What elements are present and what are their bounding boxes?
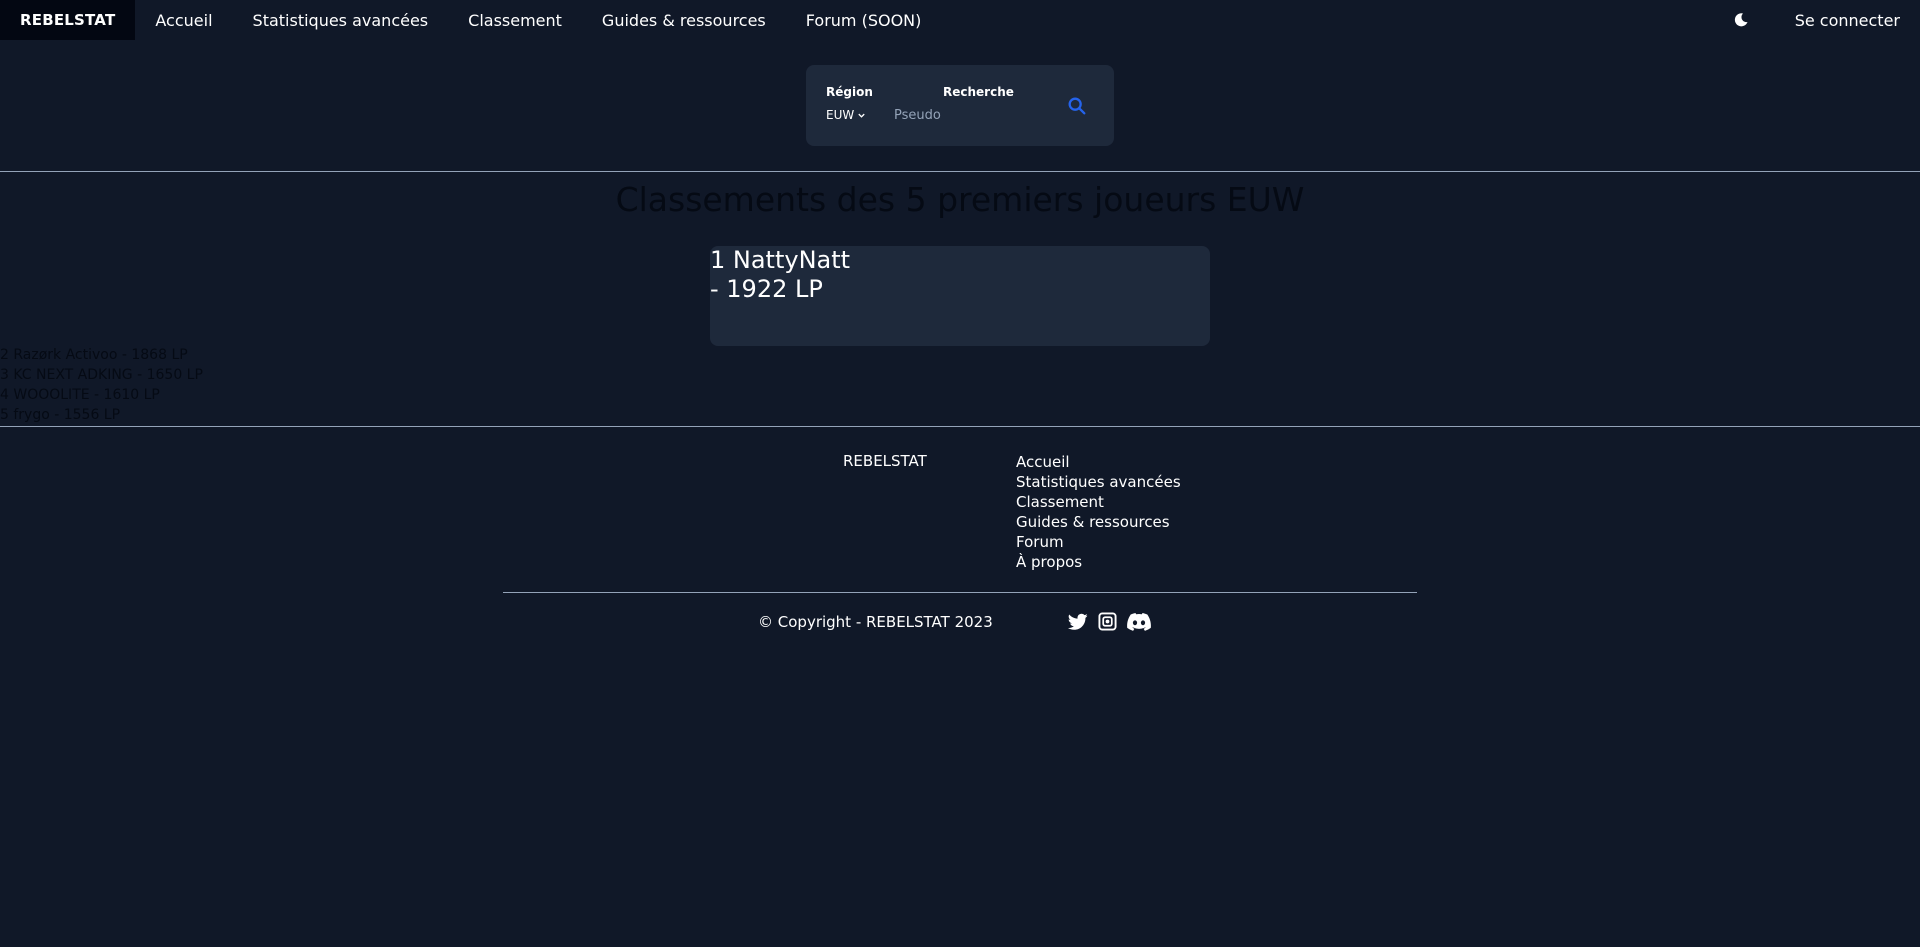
search-input[interactable] [894,103,1014,127]
nav-link-statistiques[interactable]: Statistiques avancées [253,11,429,30]
footer-link-forum[interactable]: Forum [1016,532,1181,552]
nav-link-classement[interactable]: Classement [468,11,562,30]
search-label: Recherche [943,85,1014,99]
footer-link-statistiques[interactable]: Statistiques avancées [1016,472,1181,492]
search-icon[interactable] [1066,95,1088,117]
footer-links: Accueil Statistiques avancées Classement… [1016,452,1181,572]
top-player-lp: - 1922 LP [710,275,823,303]
footer-link-guides[interactable]: Guides & ressources [1016,512,1181,532]
list-item: 4 WOOOLITE - 1610 LP [0,387,160,403]
social-links [1068,612,1151,631]
footer-divider [503,592,1417,593]
twitter-icon[interactable] [1068,613,1088,631]
login-link[interactable]: Se connecter [1795,11,1900,30]
list-item: 2 Razørk Activoo - 1868 LP [0,347,188,363]
nav-link-accueil[interactable]: Accueil [155,11,212,30]
footer-link-classement[interactable]: Classement [1016,492,1181,512]
discord-icon[interactable] [1127,612,1151,631]
instagram-icon[interactable] [1098,612,1117,631]
region-select[interactable]: EUW [826,108,866,122]
moon-icon[interactable] [1733,12,1749,28]
divider [0,426,1920,427]
nav-right-group: Se connecter [1733,0,1900,40]
footer-link-apropos[interactable]: À propos [1016,552,1181,572]
region-value: EUW [826,108,855,122]
chevron-down-icon [858,113,865,118]
region-label: Région [826,85,873,99]
top-player-card: 1 NattyNatt - 1922 LP [710,246,1210,346]
copyright-text: © Copyright - REBELSTAT 2023 [758,613,993,631]
brand-logo[interactable]: REBELSTAT [0,0,136,40]
footer-brand: REBELSTAT [843,452,927,470]
top-navbar: REBELSTAT Accueil Statistiques avancées … [0,0,1920,40]
search-panel: Région EUW Recherche [806,65,1114,146]
divider [0,171,1920,172]
ranking-list: 2 Razørk Activoo - 1868 LP 3 KC NEXT ADK… [0,345,203,425]
list-item: 5 frygo - 1556 LP [0,407,121,423]
nav-link-guides[interactable]: Guides & ressources [602,11,766,30]
list-item: 3 KC NEXT ADKING - 1650 LP [0,367,203,383]
top-player-name: 1 NattyNatt [710,246,851,274]
footer-link-accueil[interactable]: Accueil [1016,452,1181,472]
nav-link-forum[interactable]: Forum (SOON) [806,11,922,30]
page-title: Classements des 5 premiers joueurs EUW [615,180,1305,219]
